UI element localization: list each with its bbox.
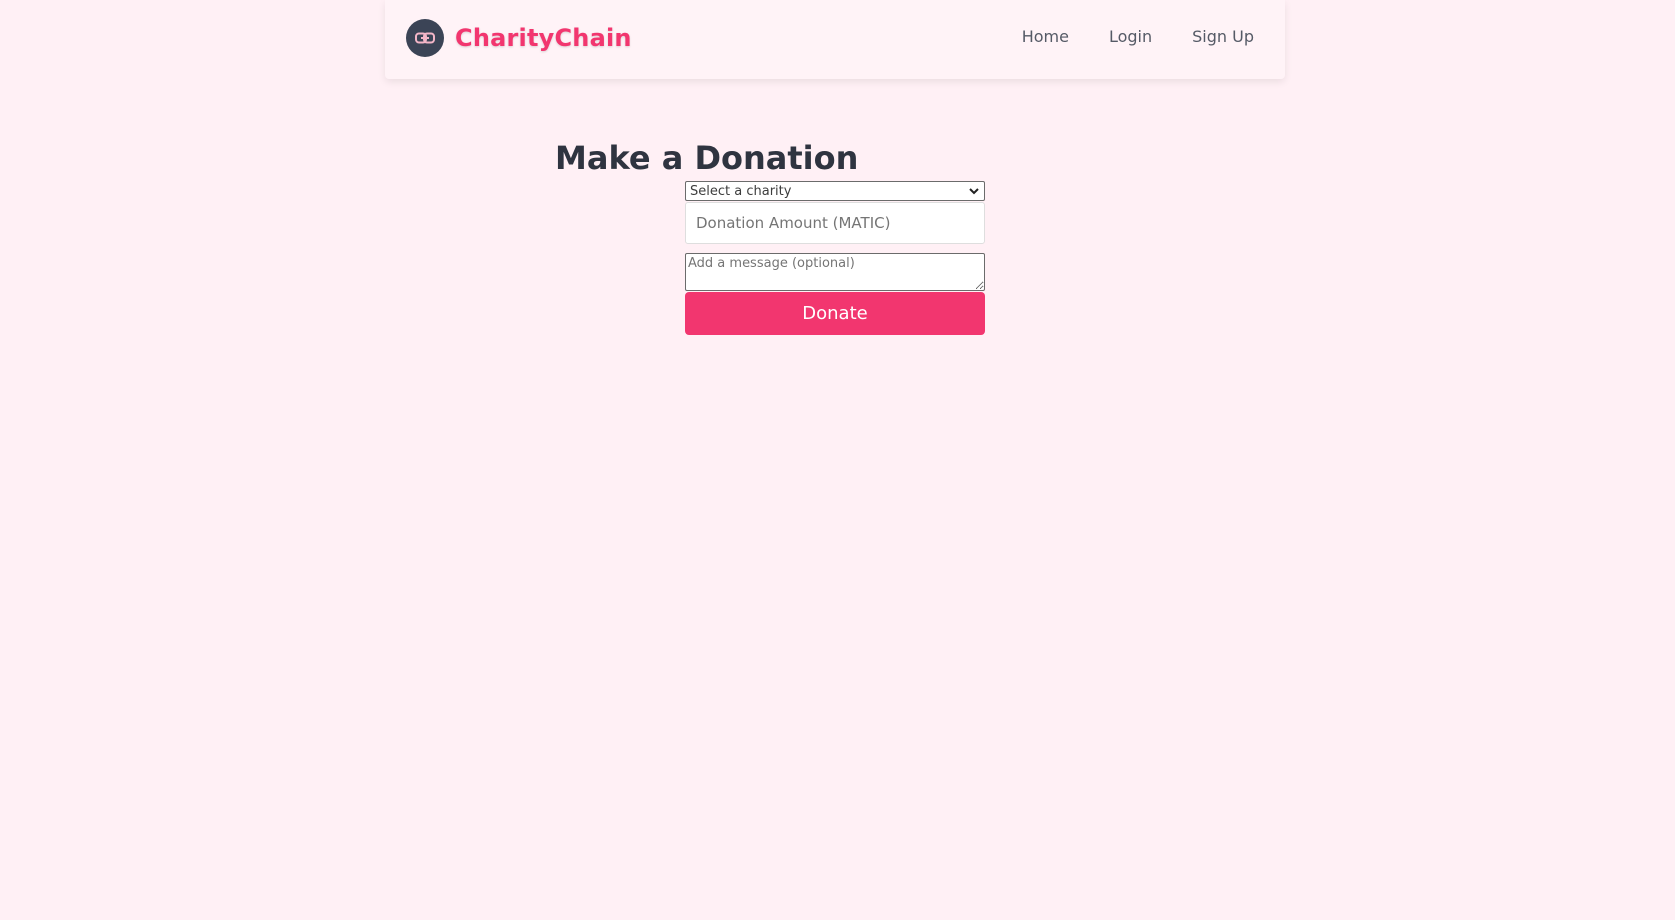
donate-button[interactable]: Donate xyxy=(685,292,985,335)
chain-link-icon xyxy=(406,19,444,57)
donation-form: Select a charity Donate xyxy=(685,181,985,335)
message-textarea[interactable] xyxy=(685,253,985,291)
brand-name[interactable]: CharityChain xyxy=(455,24,632,52)
charity-select-value: Select a charity xyxy=(690,184,792,199)
chevron-down-icon xyxy=(969,188,979,195)
nav-link-login[interactable]: Login xyxy=(1109,27,1152,46)
brand[interactable]: CharityChain xyxy=(406,19,632,57)
navbar: CharityChain Home Login Sign Up xyxy=(385,0,1285,79)
charity-select[interactable]: Select a charity xyxy=(685,181,985,201)
donation-amount-input[interactable] xyxy=(685,202,985,244)
page-title: Make a Donation xyxy=(555,139,859,177)
nav-link-home[interactable]: Home xyxy=(1022,27,1069,46)
nav-links: Home Login Sign Up xyxy=(1022,27,1254,46)
nav-link-sign-up[interactable]: Sign Up xyxy=(1192,27,1254,46)
